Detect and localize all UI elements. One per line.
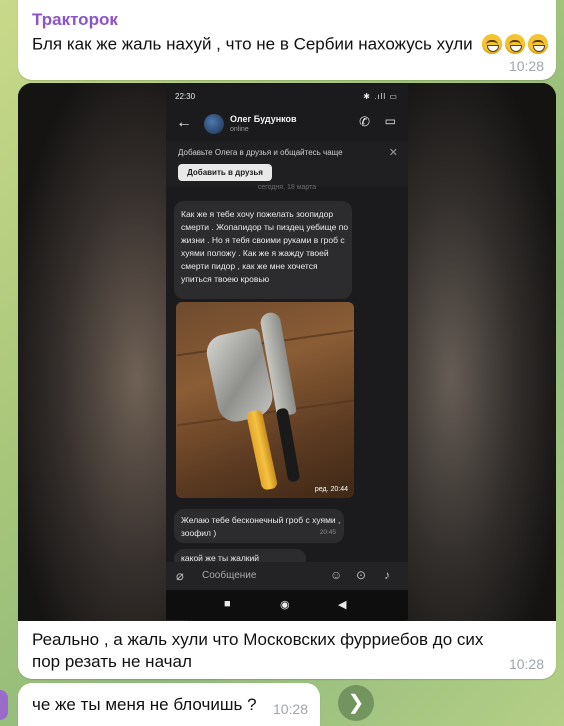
message-bubble[interactable]: Реально , а жаль хули что Московских фур… <box>18 621 556 679</box>
phone-message: Желаю тебе бесконечный гроб с хуями , зо… <box>174 509 344 543</box>
knives-photo: ред. 20:44 <box>176 302 354 498</box>
message-text: Реально , а жаль хули что Московских фур… <box>32 630 484 671</box>
grinning-face-icon <box>504 34 525 54</box>
contact-status: online <box>230 126 249 133</box>
chevron-right-icon: ❯ <box>347 692 365 714</box>
video-call-icon: ▭ <box>384 114 396 128</box>
phone-message: Как же я тебе хочу пожелать зоопидор сме… <box>174 201 352 299</box>
back-icon: ◀ <box>338 599 347 611</box>
sticker-icon: ⊙ <box>356 568 367 582</box>
message-time: 10:28 <box>272 701 308 717</box>
contact-avatar <box>204 114 224 134</box>
message-bubble[interactable]: Тракторок Бля как же жаль нахуй , что не… <box>18 0 556 80</box>
date-divider: сегодня, 18 марта <box>257 184 317 191</box>
recents-icon: ■ <box>224 598 231 610</box>
phone-screenshot: 22:30 ✱ .ıll ▭ ← Олег Будунков online ✆ … <box>166 84 408 620</box>
contact-name: Олег Будунков <box>230 114 297 124</box>
knife-handle <box>275 407 301 483</box>
android-nav-bar: ■ ◉ ◀ <box>166 590 408 620</box>
message-text: че же ты меня не блочишь ? <box>32 695 257 714</box>
message-text: Бля как же жаль нахуй , что не в Сербии … <box>32 34 548 56</box>
grinning-face-icon <box>481 34 502 54</box>
message-time: 10:28 <box>508 656 544 672</box>
phone-chat-header: ← Олег Будунков online ✆ ▭ <box>166 108 408 142</box>
add-friend-banner: Добавьте Олега в друзья и общайтесь чаще… <box>166 142 408 186</box>
message-bubble[interactable]: че же ты меня не блочишь ? 10:28 <box>18 683 320 726</box>
home-icon: ◉ <box>280 599 290 611</box>
message-time: 10:28 <box>508 58 544 74</box>
phone-message-partial: какой же ты жалкий <box>174 549 306 563</box>
emoji-icon: ☺ <box>330 568 343 582</box>
forward-arrow-button[interactable]: ❯ <box>338 685 374 721</box>
close-icon: ✕ <box>388 147 398 159</box>
sender-name[interactable]: Тракторок <box>32 10 118 30</box>
add-friend-button: Добавить в друзья <box>178 164 272 181</box>
grinning-face-icon <box>527 34 548 54</box>
microphone-icon: ♪ <box>384 568 390 582</box>
system-icons: ✱ .ıll ▭ <box>363 92 398 101</box>
phone-call-icon: ✆ <box>359 114 370 129</box>
cleaver-handle <box>245 409 279 491</box>
phone-status-bar: 22:30 ✱ .ıll ▭ <box>175 92 398 101</box>
attach-icon: ⌀ <box>176 568 184 583</box>
phone-input-bar: ⌀ Сообщение ☺ ⊙ ♪ <box>166 562 408 590</box>
back-arrow-icon: ← <box>176 114 192 131</box>
sender-avatar-edge[interactable] <box>0 690 8 720</box>
